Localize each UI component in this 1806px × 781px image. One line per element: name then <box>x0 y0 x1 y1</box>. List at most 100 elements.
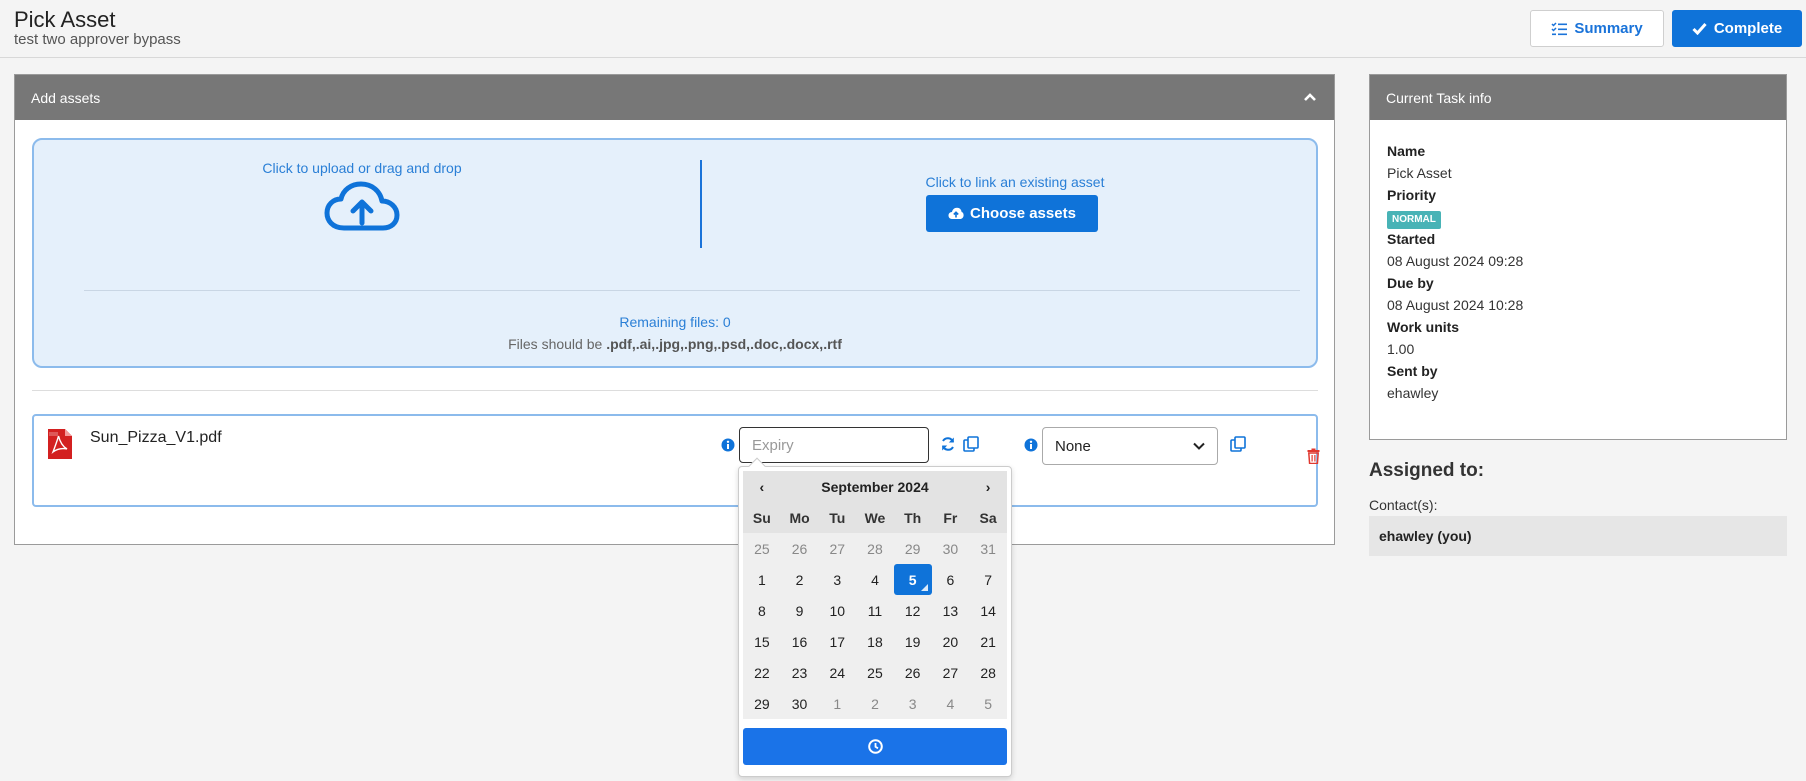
check-icon <box>1692 23 1707 35</box>
calendar-day[interactable]: 11 <box>856 595 894 626</box>
calendar-day[interactable]: 1 <box>818 688 856 719</box>
calendar-day[interactable]: 4 <box>932 688 970 719</box>
calendar-grid: ‹ September 2024 › Su Mo Tu We Th Fr Sa … <box>743 471 1007 719</box>
calendar-day[interactable]: 8 <box>743 595 781 626</box>
calendar-day[interactable]: 17 <box>818 626 856 657</box>
weekday-header: Fr <box>931 502 970 533</box>
file-name: Sun_Pizza_V1.pdf <box>90 429 222 446</box>
drop-zone-divider <box>84 290 1300 291</box>
calendar-day[interactable]: 3 <box>818 564 856 595</box>
calendar-day[interactable]: 10 <box>818 595 856 626</box>
calendar-day[interactable]: 21 <box>969 626 1007 657</box>
cloud-upload-icon[interactable] <box>324 180 400 240</box>
add-assets-header: Add assets <box>15 75 1334 120</box>
calendar-day[interactable]: 15 <box>743 626 781 657</box>
calendar-week: 29 30 1 2 3 4 5 <box>743 688 1007 719</box>
calendar-day[interactable]: 25 <box>743 533 781 564</box>
calendar-day[interactable]: 22 <box>743 657 781 688</box>
calendar-day[interactable]: 9 <box>781 595 819 626</box>
allowed-types-prefix: Files should be <box>508 336 607 352</box>
calendar-day[interactable]: 30 <box>932 533 970 564</box>
cloud-upload-small-icon <box>948 207 964 219</box>
info-icon[interactable] <box>721 438 735 452</box>
time-picker-toggle[interactable] <box>743 728 1007 765</box>
file-row: Sun_Pizza_V1.pdf None <box>32 414 1320 507</box>
option-select[interactable]: None <box>1042 427 1218 465</box>
chevron-up-icon[interactable] <box>1302 89 1318 105</box>
due-label: Due by <box>1387 275 1434 291</box>
name-value: Pick Asset <box>1387 165 1452 181</box>
calendar-day[interactable]: 25 <box>856 657 894 688</box>
calendar-day[interactable]: 28 <box>856 533 894 564</box>
weekday-header: Su <box>743 502 781 533</box>
calendar-day[interactable]: 29 <box>743 688 781 719</box>
calendar-day[interactable]: 2 <box>781 564 819 595</box>
calendar-day[interactable]: 28 <box>969 657 1007 688</box>
summary-button[interactable]: Summary <box>1530 10 1664 47</box>
task-info-panel: Current Task info Name Pick Asset Priori… <box>1369 74 1787 440</box>
weekday-header: Tu <box>818 502 857 533</box>
calendar-day[interactable]: 18 <box>856 626 894 657</box>
task-info-body: Name Pick Asset Priority NORMAL Started … <box>1387 140 1523 404</box>
calendar-day[interactable]: 14 <box>969 595 1007 626</box>
contact-item[interactable]: ehawley (you) <box>1369 516 1787 556</box>
clock-icon <box>867 739 883 754</box>
month-label[interactable]: September 2024 <box>780 471 970 502</box>
task-info-title: Current Task info <box>1386 89 1492 106</box>
work-units-label: Work units <box>1387 319 1460 335</box>
calendar-week: 1 2 3 4 5 6 7 <box>743 564 1007 595</box>
add-assets-title: Add assets <box>31 89 101 106</box>
calendar-day[interactable]: 27 <box>818 533 856 564</box>
complete-button[interactable]: Complete <box>1672 10 1802 47</box>
calendar-day[interactable]: 27 <box>932 657 970 688</box>
calendar-week: 15 16 17 18 19 20 21 <box>743 626 1007 657</box>
work-units-value: 1.00 <box>1387 341 1415 357</box>
copy-icon[interactable] <box>1230 436 1246 452</box>
priority-label: Priority <box>1387 187 1437 203</box>
choose-assets-button[interactable]: Choose assets <box>926 195 1098 232</box>
expiry-input[interactable] <box>739 427 929 463</box>
allowed-file-types: Files should be .pdf,.ai,.jpg,.png,.psd,… <box>34 336 1316 352</box>
link-asset-text: Click to link an existing asset <box>925 174 1105 190</box>
calendar-week: 25 26 27 28 29 30 31 <box>743 533 1007 564</box>
prev-month-button[interactable]: ‹ <box>743 471 781 502</box>
calendar-day[interactable]: 23 <box>781 657 819 688</box>
add-assets-panel: Add assets Click to upload or drag and d… <box>14 74 1335 545</box>
calendar-day[interactable]: 19 <box>894 626 932 657</box>
calendar-day[interactable]: 5 <box>969 688 1007 719</box>
weekday-header: Mo <box>780 502 819 533</box>
calendar-day-selected[interactable]: 5 <box>893 564 932 595</box>
calendar-day[interactable]: 24 <box>818 657 856 688</box>
calendar-day[interactable]: 29 <box>894 533 932 564</box>
choose-assets-label: Choose assets <box>970 205 1076 222</box>
refresh-icon[interactable] <box>940 436 956 452</box>
started-label: Started <box>1387 231 1436 247</box>
calendar-day[interactable]: 16 <box>781 626 819 657</box>
upload-divider <box>700 160 702 248</box>
calendar-day[interactable]: 26 <box>781 533 819 564</box>
calendar-day[interactable]: 26 <box>894 657 932 688</box>
calendar-day[interactable]: 30 <box>781 688 819 719</box>
calendar-day[interactable]: 31 <box>969 533 1007 564</box>
calendar-day[interactable]: 13 <box>932 595 970 626</box>
task-info-header: Current Task info <box>1370 75 1786 120</box>
copy-icon[interactable] <box>963 436 979 452</box>
complete-label: Complete <box>1713 20 1783 37</box>
calendar-day[interactable]: 12 <box>894 595 932 626</box>
remaining-files: Remaining files: 0 <box>619 314 731 330</box>
upload-text[interactable]: Click to upload or drag and drop <box>34 160 690 176</box>
calendar-day[interactable]: 2 <box>856 688 894 719</box>
calendar-day[interactable]: 7 <box>969 564 1007 595</box>
upload-drop-zone[interactable]: Click to upload or drag and drop Click t… <box>32 138 1318 368</box>
next-month-button[interactable]: › <box>969 471 1007 502</box>
calendar-day[interactable]: 1 <box>743 564 781 595</box>
calendar-day[interactable]: 6 <box>932 564 970 595</box>
trash-icon[interactable] <box>1307 448 1320 464</box>
calendar-day[interactable]: 20 <box>932 626 970 657</box>
calendar-day[interactable]: 4 <box>856 564 894 595</box>
chevron-down-icon <box>1193 442 1205 450</box>
calendar-week: 22 23 24 25 26 27 28 <box>743 657 1007 688</box>
info-icon[interactable] <box>1024 438 1038 452</box>
calendar-day[interactable]: 3 <box>894 688 932 719</box>
assigned-to-title: Assigned to: <box>1369 460 1485 481</box>
